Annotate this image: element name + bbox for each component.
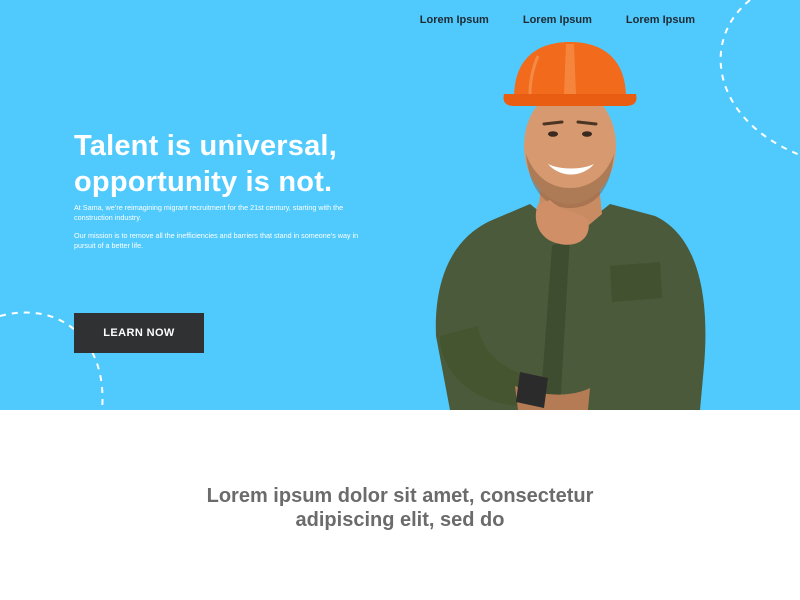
worker-left-eye: [548, 131, 558, 137]
hero-section: Lorem Ipsum Lorem Ipsum Lorem Ipsum Tale…: [0, 0, 800, 410]
shirt-pocket: [610, 262, 662, 302]
landing-page: Lorem Ipsum Lorem Ipsum Lorem Ipsum Tale…: [0, 0, 800, 600]
section-heading-line-1: Lorem ipsum dolor sit amet, consectetur: [206, 485, 594, 507]
worker-right-brow: [576, 120, 598, 126]
worker-left-brow: [542, 120, 564, 126]
hero-intro-text: At Sama, we’re reimagining migrant recru…: [74, 203, 344, 222]
helmet-brim: [503, 94, 637, 106]
nav-item-2[interactable]: Lorem Ipsum: [523, 13, 592, 27]
top-right-dashed-arc: [719, 0, 800, 156]
worker-right-eye: [582, 131, 592, 137]
nav-item-1[interactable]: Lorem Ipsum: [420, 13, 489, 27]
hero-headline-line-1: Talent is universal,: [74, 130, 337, 162]
top-nav: Lorem Ipsum Lorem Ipsum Lorem Ipsum: [386, 13, 695, 27]
hero-headline: Talent is universal, opportunity is not.: [74, 128, 404, 200]
nav-item-3[interactable]: Lorem Ipsum: [626, 13, 695, 27]
worker-bracelet: [516, 372, 548, 408]
section-heading-line-2: adipiscing elit, sed do: [295, 509, 505, 531]
hero-headline-line-2: opportunity is not.: [74, 166, 333, 198]
construction-worker-image: [435, 42, 706, 410]
section-heading: Lorem ipsum dolor sit amet, consectetur …: [0, 484, 800, 532]
hero-mission-text: Our mission is to remove all the ineffic…: [74, 231, 359, 250]
learn-now-button[interactable]: LEARN NOW: [74, 313, 204, 353]
helmet-ridge: [564, 44, 576, 94]
